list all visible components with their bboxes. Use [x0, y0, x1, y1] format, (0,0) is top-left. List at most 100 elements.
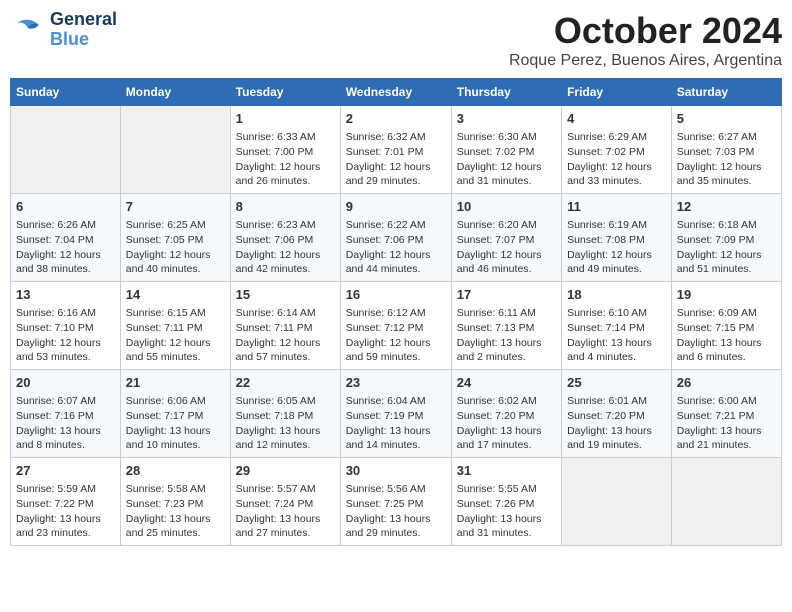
- calendar-cell: 3 Sunrise: 6:30 AM Sunset: 7:02 PM Daylig…: [451, 106, 561, 194]
- day-info: Sunrise: 6:29 AM Sunset: 7:02 PM Dayligh…: [567, 130, 666, 189]
- day-info: Sunrise: 6:09 AM Sunset: 7:15 PM Dayligh…: [677, 306, 776, 365]
- calendar-cell: 12 Sunrise: 6:18 AM Sunset: 7:09 PM Dayli…: [671, 194, 781, 282]
- day-info: Sunrise: 6:22 AM Sunset: 7:06 PM Dayligh…: [346, 218, 446, 277]
- day-number: 31: [457, 462, 556, 480]
- day-info: Sunrise: 6:30 AM Sunset: 7:02 PM Dayligh…: [457, 130, 556, 189]
- day-header-tuesday: Tuesday: [230, 79, 340, 106]
- day-number: 20: [16, 374, 115, 392]
- day-number: 22: [236, 374, 335, 392]
- calendar-cell: 16 Sunrise: 6:12 AM Sunset: 7:12 PM Dayli…: [340, 282, 451, 370]
- calendar-cell: 17 Sunrise: 6:11 AM Sunset: 7:13 PM Dayli…: [451, 282, 561, 370]
- day-number: 5: [677, 110, 776, 128]
- day-info: Sunrise: 6:16 AM Sunset: 7:10 PM Dayligh…: [16, 306, 115, 365]
- day-info: Sunrise: 6:33 AM Sunset: 7:00 PM Dayligh…: [236, 130, 335, 189]
- calendar-cell: 19 Sunrise: 6:09 AM Sunset: 7:15 PM Dayli…: [671, 282, 781, 370]
- calendar-cell: 15Sunrise: 6:14 AM Sunset: 7:11 PM Dayli…: [230, 282, 340, 370]
- calendar-cell: 4 Sunrise: 6:29 AM Sunset: 7:02 PM Daylig…: [562, 106, 672, 194]
- day-info: Sunrise: 6:00 AM Sunset: 7:21 PM Dayligh…: [677, 394, 776, 453]
- day-number: 30: [346, 462, 446, 480]
- day-info: Sunrise: 5:55 AM Sunset: 7:26 PM Dayligh…: [457, 482, 556, 541]
- calendar-cell: 21 Sunrise: 6:06 AM Sunset: 7:17 PM Dayli…: [120, 370, 230, 458]
- day-info: Sunrise: 5:56 AM Sunset: 7:25 PM Dayligh…: [346, 482, 446, 541]
- calendar-cell: 11 Sunrise: 6:19 AM Sunset: 7:08 PM Dayli…: [562, 194, 672, 282]
- day-header-thursday: Thursday: [451, 79, 561, 106]
- day-info: Sunrise: 6:11 AM Sunset: 7:13 PM Dayligh…: [457, 306, 556, 365]
- day-number: 8: [236, 198, 335, 216]
- day-number: 16: [346, 286, 446, 304]
- calendar-week-row: 27 Sunrise: 5:59 AM Sunset: 7:22 PM Dayli…: [11, 458, 782, 546]
- calendar-cell: 22 Sunrise: 6:05 AM Sunset: 7:18 PM Dayli…: [230, 370, 340, 458]
- day-info: Sunrise: 6:04 AM Sunset: 7:19 PM Dayligh…: [346, 394, 446, 453]
- calendar-cell: 25Sunrise: 6:01 AM Sunset: 7:20 PM Dayli…: [562, 370, 672, 458]
- day-number: 1: [236, 110, 335, 128]
- day-info: Sunrise: 6:32 AM Sunset: 7:01 PM Dayligh…: [346, 130, 446, 189]
- calendar-week-row: 6 Sunrise: 6:26 AM Sunset: 7:04 PM Daylig…: [11, 194, 782, 282]
- calendar-cell: 14Sunrise: 6:15 AM Sunset: 7:11 PM Dayli…: [120, 282, 230, 370]
- calendar-body: 1 Sunrise: 6:33 AM Sunset: 7:00 PM Daylig…: [11, 106, 782, 546]
- logo-icon: [10, 12, 46, 48]
- day-info: Sunrise: 6:27 AM Sunset: 7:03 PM Dayligh…: [677, 130, 776, 189]
- day-header-sunday: Sunday: [11, 79, 121, 106]
- day-header-saturday: Saturday: [671, 79, 781, 106]
- calendar-cell: [120, 106, 230, 194]
- calendar-cell: 20 Sunrise: 6:07 AM Sunset: 7:16 PM Dayli…: [11, 370, 121, 458]
- logo-text: GeneralBlue: [50, 10, 117, 50]
- day-info: Sunrise: 6:07 AM Sunset: 7:16 PM Dayligh…: [16, 394, 115, 453]
- month-title: October 2024: [509, 10, 782, 52]
- calendar-week-row: 13 Sunrise: 6:16 AM Sunset: 7:10 PM Dayli…: [11, 282, 782, 370]
- day-info: Sunrise: 5:59 AM Sunset: 7:22 PM Dayligh…: [16, 482, 115, 541]
- day-info: Sunrise: 6:18 AM Sunset: 7:09 PM Dayligh…: [677, 218, 776, 277]
- day-number: 6: [16, 198, 115, 216]
- day-number: 14: [126, 286, 225, 304]
- day-header-wednesday: Wednesday: [340, 79, 451, 106]
- calendar-cell: 24 Sunrise: 6:02 AM Sunset: 7:20 PM Dayli…: [451, 370, 561, 458]
- page-header: GeneralBlue October 2024 Roque Perez, Bu…: [10, 10, 782, 70]
- calendar-week-row: 20 Sunrise: 6:07 AM Sunset: 7:16 PM Dayli…: [11, 370, 782, 458]
- day-info: Sunrise: 6:26 AM Sunset: 7:04 PM Dayligh…: [16, 218, 115, 277]
- day-number: 9: [346, 198, 446, 216]
- day-number: 19: [677, 286, 776, 304]
- day-number: 17: [457, 286, 556, 304]
- calendar-cell: 5 Sunrise: 6:27 AM Sunset: 7:03 PM Daylig…: [671, 106, 781, 194]
- calendar-cell: 29Sunrise: 5:57 AM Sunset: 7:24 PM Dayli…: [230, 458, 340, 546]
- day-number: 2: [346, 110, 446, 128]
- day-info: Sunrise: 6:12 AM Sunset: 7:12 PM Dayligh…: [346, 306, 446, 365]
- day-info: Sunrise: 6:06 AM Sunset: 7:17 PM Dayligh…: [126, 394, 225, 453]
- calendar-cell: [562, 458, 672, 546]
- day-number: 21: [126, 374, 225, 392]
- calendar-cell: 31 Sunrise: 5:55 AM Sunset: 7:26 PM Dayli…: [451, 458, 561, 546]
- day-info: Sunrise: 6:02 AM Sunset: 7:20 PM Dayligh…: [457, 394, 556, 453]
- day-info: Sunrise: 6:25 AM Sunset: 7:05 PM Dayligh…: [126, 218, 225, 277]
- day-info: Sunrise: 6:05 AM Sunset: 7:18 PM Dayligh…: [236, 394, 335, 453]
- calendar-week-row: 1 Sunrise: 6:33 AM Sunset: 7:00 PM Daylig…: [11, 106, 782, 194]
- calendar-cell: 27 Sunrise: 5:59 AM Sunset: 7:22 PM Dayli…: [11, 458, 121, 546]
- calendar-cell: 9 Sunrise: 6:22 AM Sunset: 7:06 PM Daylig…: [340, 194, 451, 282]
- calendar-cell: 23 Sunrise: 6:04 AM Sunset: 7:19 PM Dayli…: [340, 370, 451, 458]
- day-number: 24: [457, 374, 556, 392]
- day-number: 18: [567, 286, 666, 304]
- calendar-cell: [11, 106, 121, 194]
- day-number: 7: [126, 198, 225, 216]
- calendar-cell: 18Sunrise: 6:10 AM Sunset: 7:14 PM Dayli…: [562, 282, 672, 370]
- calendar-cell: 10Sunrise: 6:20 AM Sunset: 7:07 PM Dayli…: [451, 194, 561, 282]
- day-number: 12: [677, 198, 776, 216]
- day-number: 27: [16, 462, 115, 480]
- day-info: Sunrise: 6:14 AM Sunset: 7:11 PM Dayligh…: [236, 306, 335, 365]
- day-number: 4: [567, 110, 666, 128]
- day-number: 11: [567, 198, 666, 216]
- calendar-cell: 26Sunrise: 6:00 AM Sunset: 7:21 PM Dayli…: [671, 370, 781, 458]
- calendar-cell: 2 Sunrise: 6:32 AM Sunset: 7:01 PM Daylig…: [340, 106, 451, 194]
- day-header-friday: Friday: [562, 79, 672, 106]
- day-number: 28: [126, 462, 225, 480]
- day-header-monday: Monday: [120, 79, 230, 106]
- calendar-cell: 13 Sunrise: 6:16 AM Sunset: 7:10 PM Dayli…: [11, 282, 121, 370]
- logo: GeneralBlue: [10, 10, 117, 50]
- day-info: Sunrise: 5:58 AM Sunset: 7:23 PM Dayligh…: [126, 482, 225, 541]
- calendar-header-row: SundayMondayTuesdayWednesdayThursdayFrid…: [11, 79, 782, 106]
- day-number: 23: [346, 374, 446, 392]
- calendar-table: SundayMondayTuesdayWednesdayThursdayFrid…: [10, 78, 782, 546]
- day-number: 3: [457, 110, 556, 128]
- day-number: 13: [16, 286, 115, 304]
- day-info: Sunrise: 6:19 AM Sunset: 7:08 PM Dayligh…: [567, 218, 666, 277]
- calendar-cell: [671, 458, 781, 546]
